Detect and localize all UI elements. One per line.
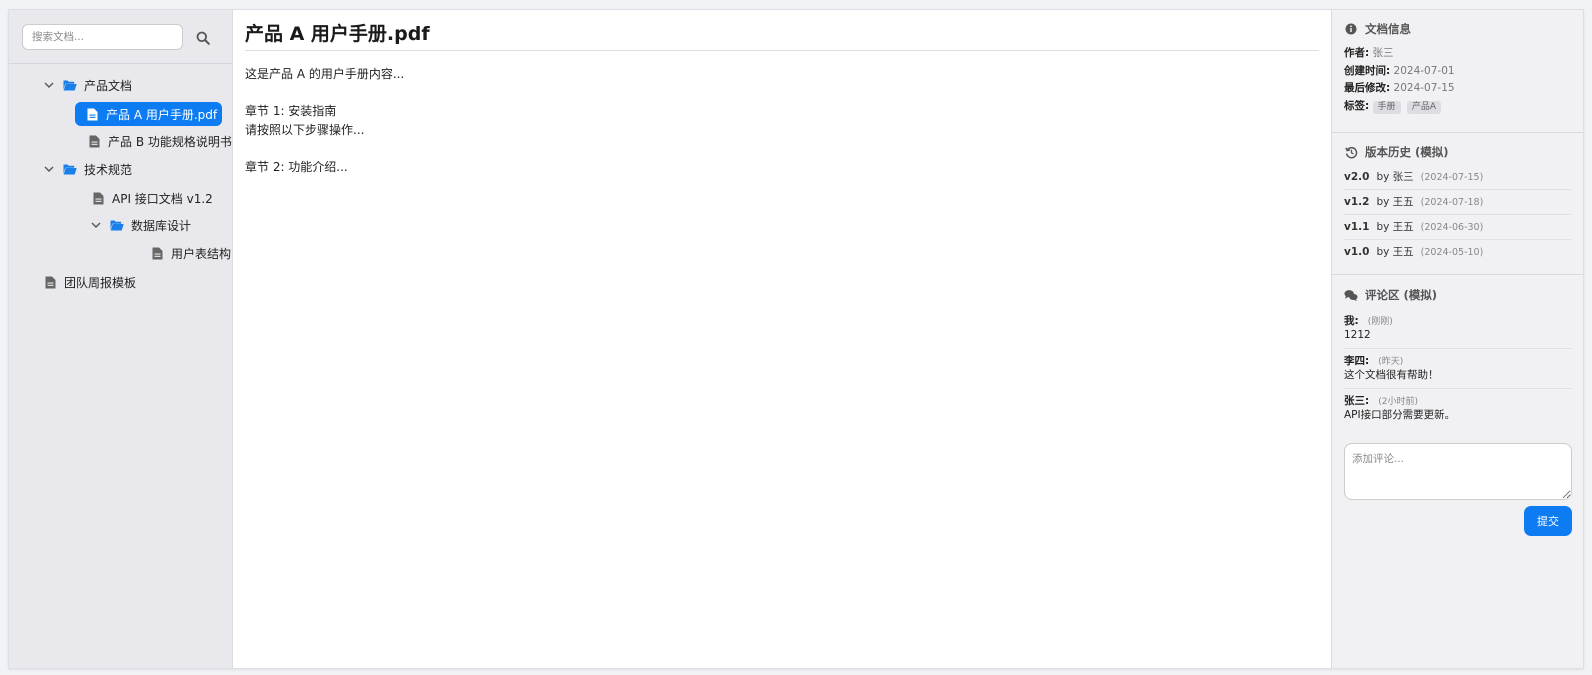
section-title: 文档信息 (1365, 22, 1411, 36)
tags-row: 标签: 手册 产品A (1344, 98, 1571, 116)
tree-file-product-a-manual[interactable]: 产品 A 用户手册.pdf (75, 102, 222, 126)
comment-author: 李四: (1344, 355, 1370, 367)
tree-file-weekly-template[interactable]: 团队周报模板 (43, 270, 136, 294)
comment-input[interactable] (1344, 443, 1572, 500)
comments-icon (1344, 288, 1358, 302)
version-date: (2024-05-10) (1420, 247, 1484, 258)
comment-item: 张三: (2小时前) API接口部分需要更新。 (1344, 389, 1571, 428)
search-icon (196, 31, 210, 45)
file-icon (91, 191, 105, 205)
version-history-header: 版本历史 (模拟) (1344, 144, 1571, 160)
version-row[interactable]: v2.0 by 张三 (2024-07-15) (1344, 165, 1571, 190)
comment-author: 张三: (1344, 395, 1370, 407)
comment-text: 这个文档很有帮助！ (1344, 369, 1439, 381)
chevron-down-icon (43, 79, 55, 91)
author-row: 作者: 张三 (1344, 45, 1571, 63)
comment-text: API接口部分需要更新。 (1344, 409, 1456, 421)
version-author: by 王五 (1376, 221, 1414, 233)
submit-comment-button[interactable]: 提交 (1524, 506, 1572, 536)
document-line: 章节 2: 功能介绍... (245, 160, 348, 174)
search-bar (9, 10, 232, 64)
comment-text: 1212 (1344, 329, 1371, 341)
created-row: 创建时间: 2024-07-01 (1344, 63, 1571, 81)
comment-item: 李四: (昨天) 这个文档很有帮助！ (1344, 349, 1571, 389)
version-history-section: 版本历史 (模拟) v2.0 by 张三 (2024-07-15) v1.2 b… (1332, 133, 1583, 275)
tree-label: 产品 A 用户手册.pdf (106, 107, 218, 122)
version-date: (2024-06-30) (1420, 222, 1484, 233)
version-author: by 王五 (1376, 196, 1414, 208)
sidebar: 产品文档 产品 A 用户手册.pdf 产品 B 功能规格说明书 技术规范 (9, 10, 233, 668)
version-author: by 王五 (1376, 246, 1414, 258)
author-label: 作者: (1344, 47, 1370, 59)
tags-label: 标签: (1344, 99, 1370, 112)
tree-folder-tech-spec[interactable]: 技术规范 (43, 157, 132, 181)
file-icon (43, 275, 57, 289)
info-circle-icon (1344, 22, 1358, 36)
version-date: (2024-07-18) (1420, 197, 1484, 208)
file-icon (87, 134, 101, 148)
author-value: 张三 (1372, 47, 1394, 59)
modified-value: 2024-07-15 (1393, 82, 1455, 94)
comments-section: 评论区 (模拟) 我: (刚刚) 1212 李四: (昨天) 这个文档很有帮助！ 张… (1332, 275, 1583, 438)
version-number: v1.2 (1344, 196, 1370, 208)
chevron-down-icon (43, 163, 55, 175)
tree-label: 数据库设计 (131, 218, 192, 233)
search-input[interactable] (22, 24, 183, 50)
tag-badge: 手册 (1372, 100, 1401, 114)
comment-author: 我: (1344, 315, 1359, 327)
comment-time: (刚刚) (1367, 317, 1393, 327)
tag-badge: 产品A (1406, 100, 1442, 114)
version-number: v2.0 (1344, 171, 1370, 183)
document-line-blank (245, 84, 1319, 102)
tree-folder-product-docs[interactable]: 产品文档 (43, 73, 132, 97)
tree-label: 产品文档 (84, 78, 133, 93)
comments-header: 评论区 (模拟) (1344, 287, 1571, 303)
tree-label: 用户表结构 (171, 246, 232, 261)
history-icon (1344, 145, 1358, 159)
tree-file-api-doc[interactable]: API 接口文档 v1.2 (91, 186, 213, 210)
tree-label: API 接口文档 v1.2 (112, 191, 213, 206)
document-body: 这是产品 A 的用户手册内容... 章节 1: 安装指南 请按照以下步骤操作..… (245, 65, 1319, 177)
version-row[interactable]: v1.2 by 王五 (2024-07-18) (1344, 190, 1571, 215)
folder-open-icon (63, 78, 77, 92)
modified-label: 最后修改: (1344, 82, 1391, 94)
comment-time: (2小时前) (1378, 397, 1418, 407)
section-title: 版本历史 (模拟) (1365, 145, 1449, 159)
tree-label: 团队周报模板 (64, 275, 137, 290)
document-line: 章节 1: 安装指南 (245, 104, 337, 118)
created-label: 创建时间: (1344, 64, 1391, 77)
file-icon (85, 107, 99, 121)
chevron-down-icon (90, 219, 102, 231)
app-window: 产品文档 产品 A 用户手册.pdf 产品 B 功能规格说明书 技术规范 (8, 9, 1584, 669)
document-line: 这是产品 A 的用户手册内容... (245, 67, 405, 81)
document-title: 产品 A 用户手册.pdf (245, 22, 1319, 51)
created-value: 2024-07-01 (1393, 64, 1455, 77)
version-date: (2024-07-15) (1420, 172, 1484, 183)
folder-open-icon (63, 162, 77, 176)
tree-folder-db-design[interactable]: 数据库设计 (90, 213, 191, 237)
version-number: v1.0 (1344, 246, 1370, 258)
tree-file-product-b-spec[interactable]: 产品 B 功能规格说明书 (87, 129, 232, 153)
version-author: by 张三 (1376, 171, 1414, 183)
version-row[interactable]: v1.0 by 王五 (2024-05-10) (1344, 240, 1571, 264)
comment-time: (昨天) (1378, 357, 1404, 367)
tree-label: 技术规范 (84, 162, 133, 177)
tree-label: 产品 B 功能规格说明书 (108, 134, 232, 149)
document-viewer: 产品 A 用户手册.pdf 这是产品 A 的用户手册内容... 章节 1: 安装… (233, 10, 1331, 668)
tree-file-user-table[interactable]: 用户表结构 (150, 241, 231, 265)
document-info-section: 文档信息 作者: 张三 创建时间: 2024-07-01 最后修改: 2024-… (1332, 10, 1583, 133)
file-icon (150, 246, 164, 260)
document-line-blank (245, 140, 1319, 158)
document-line: 请按照以下步骤操作... (245, 123, 365, 137)
folder-open-icon (110, 218, 124, 232)
version-number: v1.1 (1344, 221, 1370, 233)
section-title: 评论区 (模拟) (1365, 288, 1438, 302)
comment-item: 我: (刚刚) 1212 (1344, 309, 1571, 349)
version-row[interactable]: v1.1 by 王五 (2024-06-30) (1344, 215, 1571, 240)
search-button[interactable] (192, 27, 214, 49)
details-panel: 文档信息 作者: 张三 创建时间: 2024-07-01 最后修改: 2024-… (1331, 10, 1583, 668)
document-info-header: 文档信息 (1344, 21, 1571, 37)
modified-row: 最后修改: 2024-07-15 (1344, 80, 1571, 98)
